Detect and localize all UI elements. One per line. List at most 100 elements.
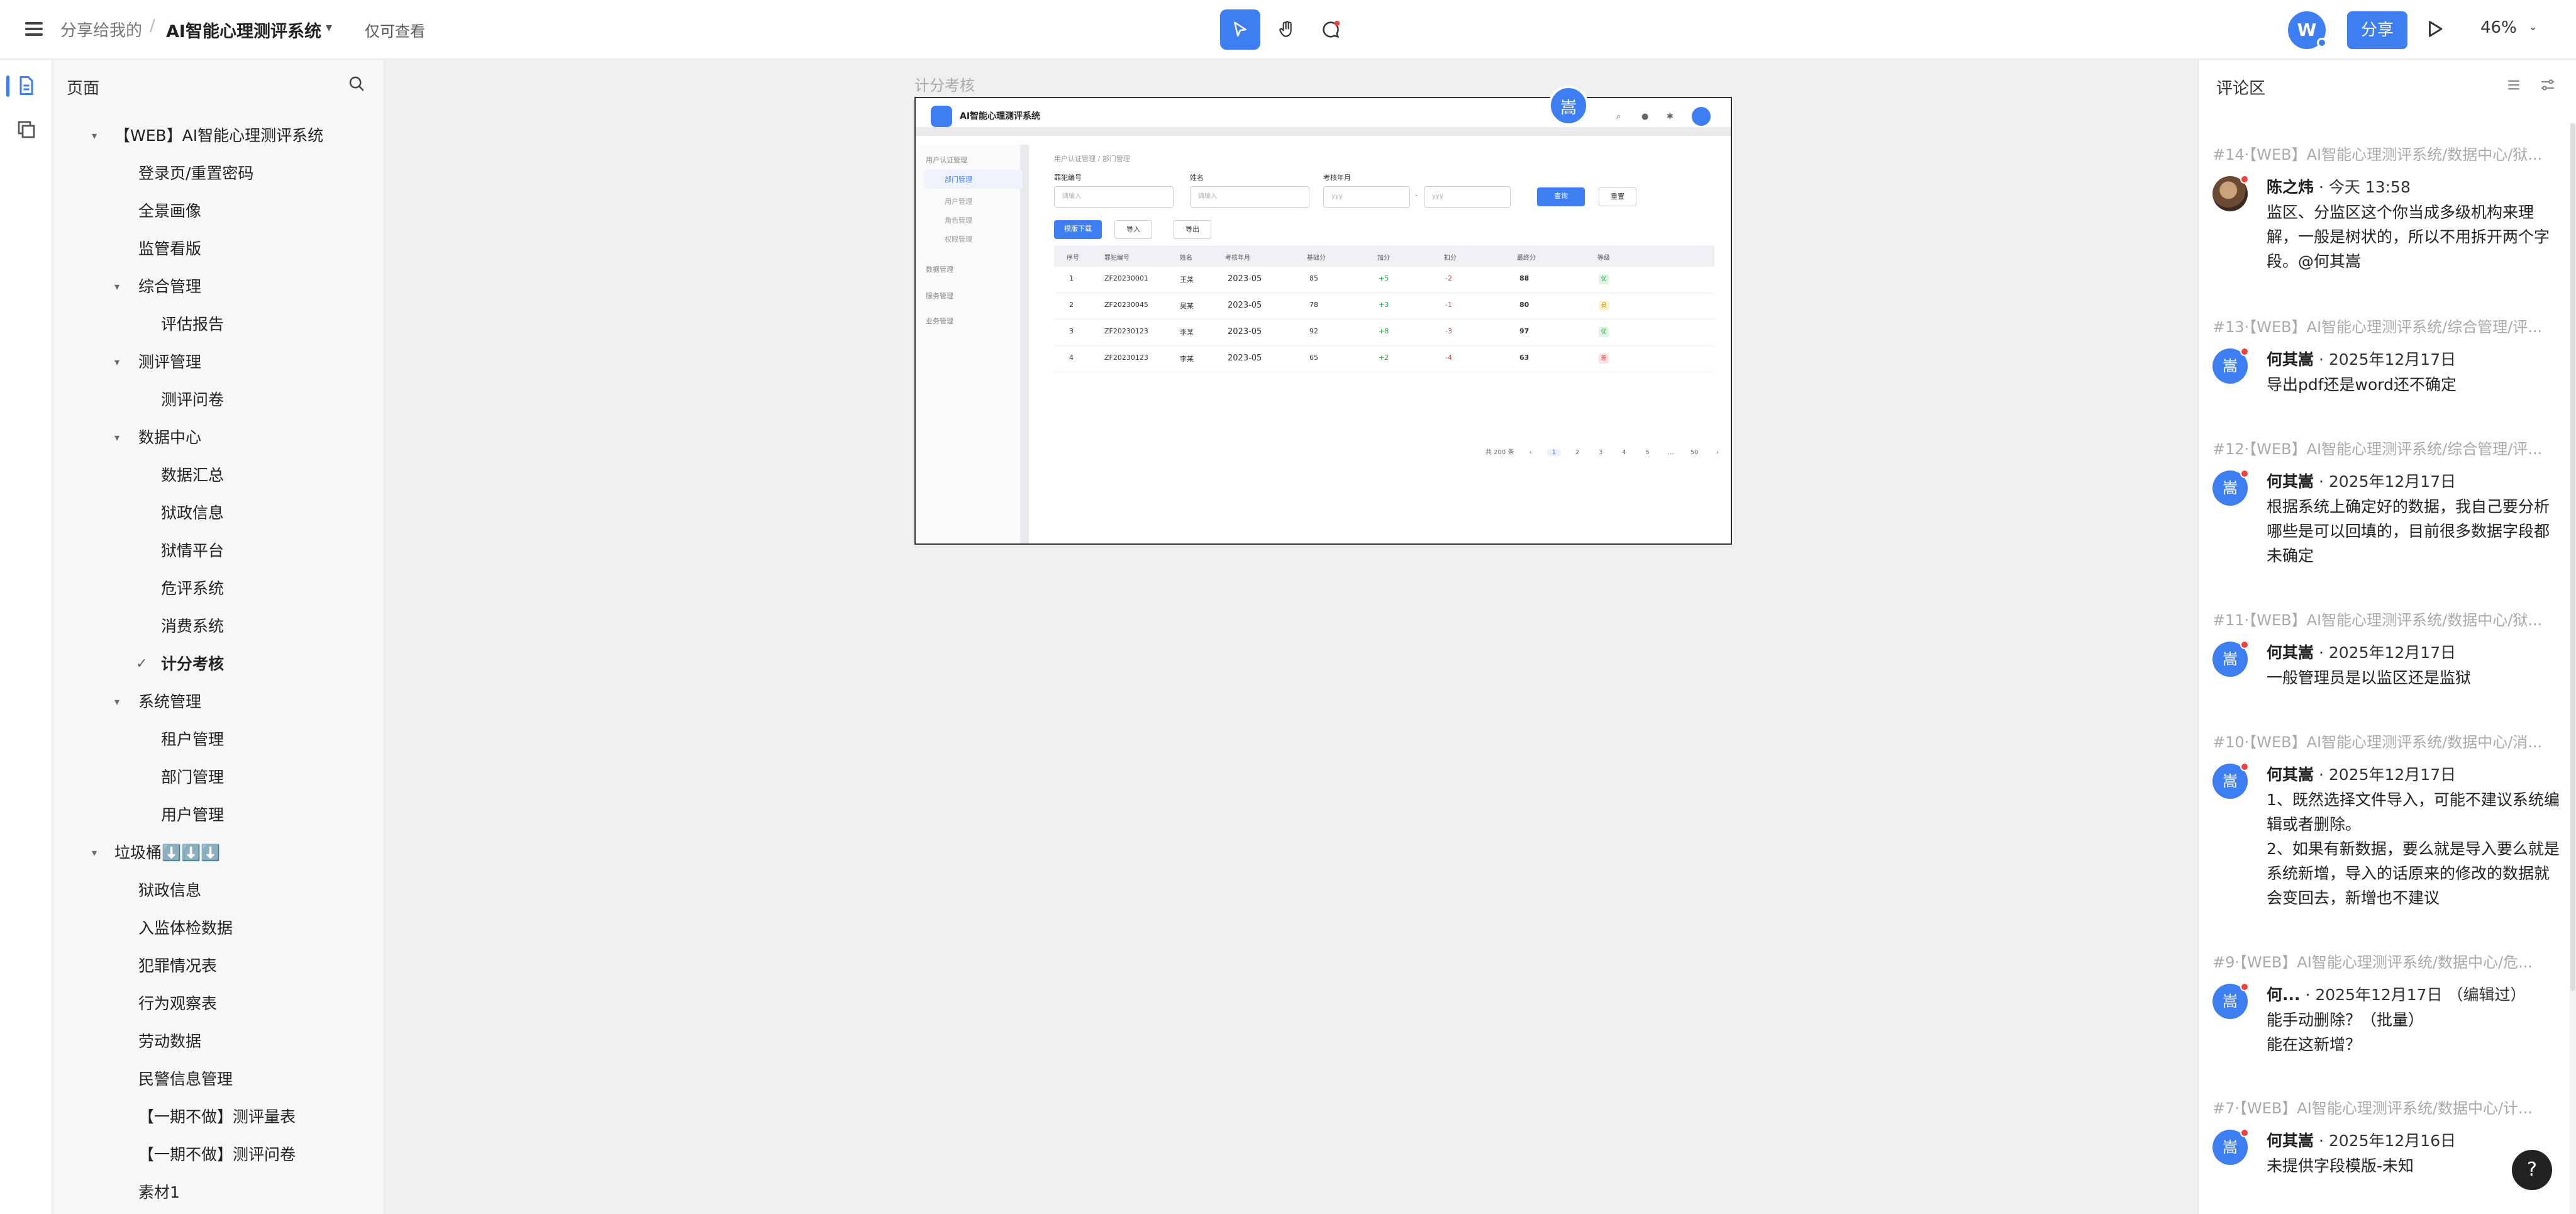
tree-item[interactable]: 测评问卷	[54, 381, 384, 419]
caret-down-icon[interactable]: ▾	[92, 834, 97, 872]
cell: +2	[1379, 354, 1389, 362]
template-download-button: 模版下载	[1054, 220, 1102, 239]
play-icon[interactable]	[2424, 18, 2446, 43]
caret-down-icon[interactable]: ▾	[114, 343, 119, 381]
tree-item[interactable]: 部门管理	[54, 759, 384, 796]
tree-item[interactable]: 租户管理	[54, 721, 384, 759]
document-title[interactable]: AI智能心理测评系统	[166, 18, 321, 42]
tree-item[interactable]: 登录页/重置密码	[54, 155, 384, 192]
tree-item[interactable]: ▾ 测评管理	[54, 343, 384, 381]
tree-item-current[interactable]: ✓ 计分考核	[54, 645, 384, 683]
tree-item[interactable]: 用户管理	[54, 796, 384, 834]
chevron-down-icon[interactable]: ▾	[326, 19, 332, 35]
level-badge: 差	[1599, 354, 1609, 364]
frame-label[interactable]: 计分考核	[914, 73, 975, 95]
comment-reference[interactable]: #10·【WEB】AI智能心理测评系统/数据中心/消...	[2212, 730, 2565, 752]
chevron-down-icon[interactable]: ⌄	[2528, 20, 2538, 33]
zoom-level[interactable]: 46%	[2480, 18, 2517, 37]
comment-tool-button[interactable]	[1311, 9, 1351, 50]
tree-item[interactable]: 狱政信息	[54, 872, 384, 910]
tree-item[interactable]: 狱政信息	[54, 494, 384, 532]
comment-author: 何其嵩	[2267, 350, 2314, 369]
cell: -1	[1445, 301, 1452, 309]
tree-item[interactable]: ▾ 垃圾桶⬇️⬇️⬇️	[54, 834, 384, 872]
range-separator: -	[1415, 191, 1418, 199]
left-rail	[0, 60, 53, 1214]
pager-page: 5	[1645, 449, 1650, 456]
col-header: 考核年月	[1225, 255, 1250, 262]
tree-item-label: 用户管理	[161, 806, 225, 824]
layers-icon[interactable]	[15, 118, 38, 141]
tree-item[interactable]: 监管看版	[54, 230, 384, 268]
date-input: yyy	[1323, 186, 1410, 208]
search-icon[interactable]	[347, 74, 366, 96]
comment-reference[interactable]: #12·【WEB】AI智能心理测评系统/综合管理/评...	[2212, 437, 2565, 459]
tree-item[interactable]: 素材1	[54, 1174, 384, 1211]
comment-reference[interactable]: #14·【WEB】AI智能心理测评系统/数据中心/狱...	[2212, 142, 2565, 164]
table-row: 4 ZF20230123 李某 2023-05 65 +2 -4 63 差	[1054, 346, 1714, 372]
tree-item[interactable]: 【一期不做】测评量表	[54, 1098, 384, 1136]
tree-item[interactable]: 行为观察表	[54, 985, 384, 1023]
tree-item[interactable]: 危评系统	[54, 570, 384, 608]
table-row: 2 ZF20230045 吴某 2023-05 78 +3 -1 80 良	[1054, 293, 1714, 320]
menu-icon[interactable]	[23, 18, 45, 40]
tree-item[interactable]: 民警信息管理	[54, 1061, 384, 1098]
cell: 4	[1069, 354, 1074, 362]
scrollbar[interactable]	[2570, 123, 2576, 1214]
tree-item[interactable]: ▾ 系统管理	[54, 683, 384, 721]
caret-down-icon[interactable]: ▾	[92, 117, 97, 155]
tree-item-label: 数据汇总	[161, 466, 225, 484]
help-button[interactable]: ?	[2512, 1150, 2552, 1190]
tree-item[interactable]: ▾ 数据中心	[54, 419, 384, 457]
comment-reference[interactable]: #9·【WEB】AI智能心理测评系统/数据中心/危...	[2212, 950, 2565, 972]
user-avatar[interactable]: W	[2288, 11, 2327, 49]
list-icon[interactable]	[2504, 75, 2523, 97]
scrollbar-thumb[interactable]	[2570, 123, 2575, 991]
comment-meta: 何其嵩 · 2025年12月17日	[2267, 762, 2456, 785]
tree-item[interactable]: ▾ 综合管理	[54, 268, 384, 306]
table-row: 3 ZF20230123 李某 2023-05 92 +8 -3 97 优	[1054, 320, 1714, 346]
tree-item[interactable]: 消费系统	[54, 608, 384, 645]
tree-item-label: 【WEB】AI智能心理测评系统	[114, 126, 324, 145]
tree-item[interactable]: 劳动数据	[54, 1023, 384, 1061]
share-button[interactable]: 分享	[2347, 11, 2407, 49]
avatar-letter: 嵩	[2223, 993, 2238, 1010]
table-row: 1 ZF20230001 王某 2023-05 85 +5 -2 88 优	[1054, 267, 1714, 293]
tree-item[interactable]: 评估报告	[54, 306, 384, 343]
level-badge: 优	[1599, 274, 1609, 284]
filter-label: 姓名	[1190, 174, 1204, 182]
mock-menu-item: 业务管理	[926, 317, 953, 325]
tree-item[interactable]: 狱情平台	[54, 532, 384, 570]
tree-item-label: 狱政信息	[161, 504, 225, 522]
tree-item[interactable]: 入监体检数据	[54, 910, 384, 947]
collaborator-badge[interactable]: 嵩	[1548, 86, 1589, 126]
reset-button: 重置	[1599, 187, 1636, 206]
mock-header: AI智能心理测评系统 ⌕ ● ✱	[916, 98, 1731, 136]
col-header: 加分	[1377, 255, 1390, 262]
tree-item[interactable]: ▾ 【WEB】AI智能心理测评系统	[54, 117, 384, 155]
tree-item[interactable]: 全景画像	[54, 192, 384, 230]
pages-icon[interactable]	[15, 74, 38, 97]
tree-item[interactable]: 数据汇总	[54, 457, 384, 494]
caret-down-icon[interactable]: ▾	[114, 419, 119, 457]
pager-page: 50	[1690, 449, 1699, 456]
tree-item[interactable]: 犯罪情况表	[54, 947, 384, 985]
tree-item-label: 租户管理	[161, 730, 225, 749]
unread-dot	[2240, 983, 2249, 991]
comment-reference[interactable]: #13·【WEB】AI智能心理测评系统/综合管理/评...	[2212, 315, 2565, 337]
design-canvas[interactable]: 计分考核 AI智能心理测评系统 ⌕ ● ✱ 用户认证管理 部门管理 用户管理 角…	[385, 60, 2196, 1214]
breadcrumb-shared[interactable]: 分享给我的	[60, 18, 142, 41]
design-frame[interactable]: AI智能心理测评系统 ⌕ ● ✱ 用户认证管理 部门管理 用户管理 角色管理 权…	[914, 97, 1732, 545]
comment-reference[interactable]: #11·【WEB】AI智能心理测评系统/数据中心/狱...	[2212, 608, 2565, 630]
caret-down-icon[interactable]: ▾	[114, 683, 119, 721]
mock-menu-item: 数据管理	[926, 265, 953, 274]
unread-dot	[2240, 762, 2249, 771]
tree-item[interactable]: 【一期不做】测评问卷	[54, 1136, 384, 1174]
select-tool-button[interactable]	[1220, 9, 1260, 50]
comment-body: 监区、分监区这个你当成多级机构来理解，一般是树状的，所以不用拆开两个字段。@何其…	[2267, 203, 2550, 270]
comment-reference[interactable]: #7·【WEB】AI智能心理测评系统/数据中心/计...	[2212, 1096, 2565, 1118]
hand-tool-button[interactable]	[1267, 9, 1307, 50]
caret-down-icon[interactable]: ▾	[114, 268, 119, 306]
cell: +8	[1379, 327, 1389, 335]
filter-icon[interactable]	[2538, 75, 2557, 97]
